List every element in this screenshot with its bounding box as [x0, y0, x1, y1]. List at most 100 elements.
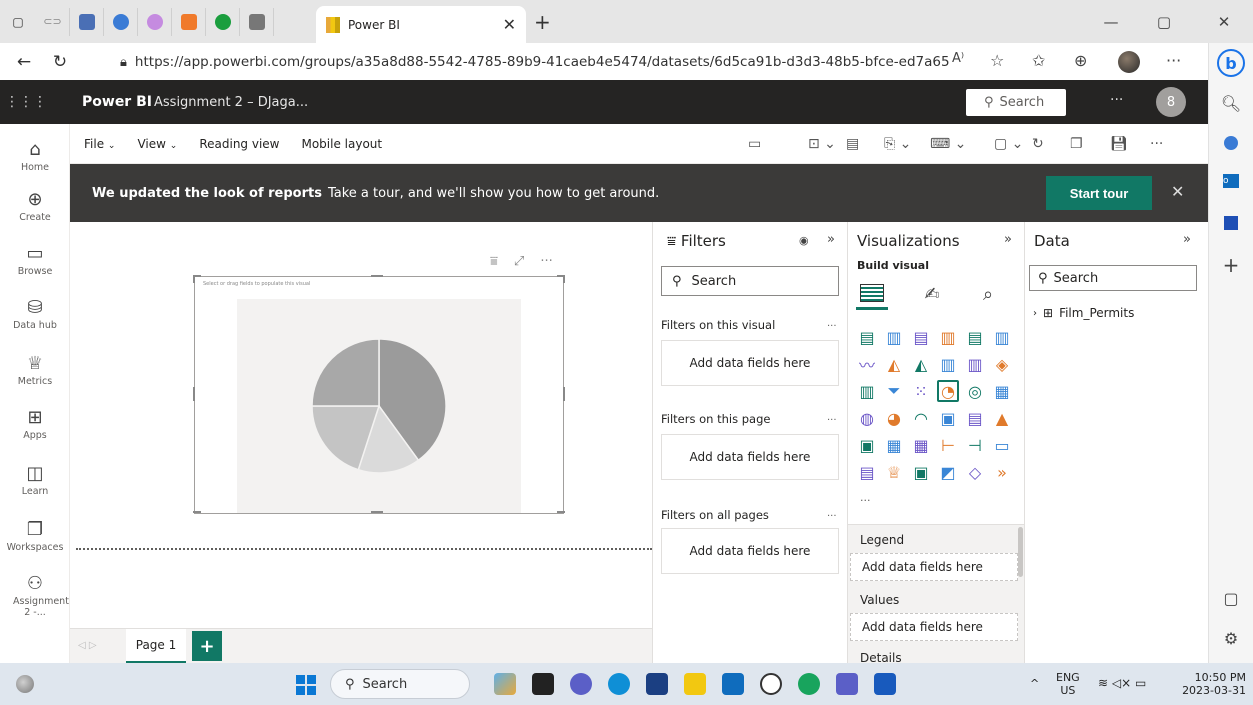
filters-all-well[interactable]: Add data fields here [661, 528, 839, 574]
copy-icon[interactable]: ❐ [1070, 136, 1083, 152]
chat-icon[interactable]: ⌨ ⌄ [930, 136, 966, 152]
focus-mode-icon[interactable]: ⤢ [514, 254, 524, 269]
taskbar-search[interactable]: ⚲ Search [330, 669, 470, 699]
collapse-viz-icon[interactable]: » [1004, 232, 1012, 247]
export-icon[interactable]: ▢ ⌄ [994, 136, 1023, 152]
window-menu-icon[interactable]: ▢ [0, 8, 36, 36]
edge-app-icon[interactable] [608, 673, 630, 695]
viz-diamond-icon[interactable]: ◇ [964, 461, 986, 483]
viz-stacked-column-icon[interactable]: ▥ [883, 326, 905, 348]
active-tab[interactable]: Power BI ✕ [316, 6, 526, 43]
nav-apps[interactable]: ⊞ Apps [0, 406, 70, 441]
store-app-icon[interactable] [646, 673, 668, 695]
viz-line-column-icon[interactable]: ▥ [937, 353, 959, 375]
tray-chevron-icon[interactable]: ^ [1030, 677, 1039, 690]
collapse-filters-icon[interactable]: » [827, 232, 835, 247]
dell-app-icon[interactable] [760, 673, 782, 695]
pinned-tab-2[interactable] [70, 7, 104, 36]
mobile-layout-button[interactable]: Mobile layout [301, 137, 382, 151]
pinned-tab-7[interactable] [240, 7, 274, 36]
nav-browse[interactable]: ▭ Browse [0, 242, 70, 277]
nav-home[interactable]: ⌂ Home [0, 138, 70, 173]
nav-workspaces[interactable]: ❐ Workspaces [0, 518, 70, 553]
clock[interactable]: 10:50 PM 2023-03-31 [1176, 671, 1246, 697]
data-search-input[interactable]: ⚲ Search [1029, 265, 1197, 291]
comment-icon[interactable]: ▭ [748, 136, 761, 152]
resize-handle-bottom[interactable] [371, 511, 383, 513]
pinned-tab-5[interactable] [172, 7, 206, 36]
viz-area-icon[interactable]: ◭ [883, 353, 905, 375]
pinned-tab-6[interactable] [206, 7, 240, 36]
save-icon[interactable]: 💾︎ [1110, 136, 1128, 152]
collections-icon[interactable]: ⊕ [1074, 51, 1087, 70]
viz-decomposition-icon[interactable]: ⊢ [937, 434, 959, 456]
resize-handle-right[interactable] [563, 387, 565, 401]
viz-filled-map-icon[interactable]: ◕ [883, 407, 905, 429]
pie-chart-visual[interactable]: Select or drag fields to populate this v… [193, 275, 565, 514]
viz-line-clustered-icon[interactable]: ▥ [964, 353, 986, 375]
close-tab-icon[interactable]: ✕ [503, 15, 516, 34]
resize-handle-left[interactable] [193, 387, 195, 401]
viz-scrollbar[interactable] [1018, 527, 1023, 577]
back-icon[interactable]: ← [6, 47, 42, 77]
favorites-add-icon[interactable]: ☆ [990, 51, 1004, 70]
refresh-icon[interactable]: ↻ [42, 47, 78, 77]
start-tour-button[interactable]: Start tour [1046, 176, 1152, 210]
header-more-icon[interactable]: ··· [1110, 92, 1123, 108]
nav-data-hub[interactable]: ⛁ Data hub [0, 296, 70, 331]
add-sidebar-icon[interactable]: + [1221, 253, 1241, 277]
nav-metrics[interactable]: ♕ Metrics [0, 352, 70, 387]
new-tab-icon[interactable]: + [534, 10, 551, 34]
split-screen-icon[interactable]: ▢ [1221, 588, 1241, 608]
viz-table-icon[interactable]: ▦ [883, 434, 905, 456]
viz-smart-narrative-icon[interactable]: ▤ [856, 461, 878, 483]
outlook-sidebar-icon[interactable]: o [1221, 171, 1241, 191]
viz-scatter-icon[interactable]: ⁙ [910, 380, 932, 402]
filter-visual-icon[interactable]: ⩸ [490, 254, 498, 269]
table-film-permits[interactable]: › ⊞ Film_Permits [1033, 306, 1134, 320]
viz-key-influencers-icon[interactable]: ⊣ [964, 434, 986, 456]
report-title[interactable]: Assignment 2 – DJaga... [154, 95, 308, 110]
tab-page-1[interactable]: Page 1 [126, 629, 186, 664]
viz-card-icon[interactable]: ▣ [937, 407, 959, 429]
viz-clustered-bar-icon[interactable]: ▤ [910, 326, 932, 348]
values-well[interactable]: Add data fields here [850, 613, 1018, 641]
chat-app-icon[interactable] [570, 673, 592, 695]
eye-icon[interactable]: ◉ [799, 234, 809, 247]
resize-handle-br[interactable] [557, 511, 565, 513]
settings-more-icon[interactable]: ··· [1166, 51, 1181, 70]
viz-line-icon[interactable]: 〰 [856, 353, 878, 375]
viz-100-bar-icon[interactable]: ▤ [964, 326, 986, 348]
viz-paginated-icon[interactable]: ▣ [910, 461, 932, 483]
viz-power-apps-icon[interactable]: ◩ [937, 461, 959, 483]
viz-stacked-bar-icon[interactable]: ▤ [856, 326, 878, 348]
restore-icon[interactable]: ▢ [1140, 0, 1188, 43]
visual-more-icon[interactable]: ··· [540, 254, 552, 269]
viz-matrix-icon[interactable]: ▦ [910, 434, 932, 456]
viz-stacked-area-icon[interactable]: ◭ [910, 353, 932, 375]
page-scroll-arrows-icon[interactable]: ◁ ▷ [78, 640, 97, 651]
viz-ribbon-icon[interactable]: ◈ [991, 353, 1013, 375]
filters-page-more-icon[interactable]: ... [827, 412, 837, 423]
viz-100-column-icon[interactable]: ▥ [991, 326, 1013, 348]
viz-qa-icon[interactable]: ▭ [991, 434, 1013, 456]
viz-multi-row-card-icon[interactable]: ▤ [964, 407, 986, 429]
header-search-input[interactable]: ⚲ Search [966, 89, 1066, 116]
resize-handle-top[interactable] [371, 275, 383, 277]
teams-app-icon[interactable] [836, 673, 858, 695]
notes-icon[interactable]: ▤ [846, 136, 859, 152]
resize-handle-tl-v[interactable] [193, 275, 195, 283]
read-aloud-icon[interactable]: A⁾ [952, 51, 964, 66]
close-window-icon[interactable]: ✕ [1200, 0, 1248, 43]
pinned-tab-3[interactable] [104, 7, 138, 36]
build-visual-tab[interactable] [856, 278, 888, 310]
nav-learn[interactable]: ◫ Learn [0, 462, 70, 497]
refresh-report-icon[interactable]: ↻ [1032, 136, 1044, 152]
reading-view-button[interactable]: Reading view [199, 137, 279, 151]
viz-waterfall-icon[interactable]: ▥ [856, 380, 878, 402]
filters-visual-well[interactable]: Add data fields here [661, 340, 839, 386]
filters-page-well[interactable]: Add data fields here [661, 434, 839, 480]
viz-pie-icon[interactable]: ◔ [937, 380, 959, 402]
pinned-tab-1[interactable]: ⊂⊃ [36, 7, 70, 36]
filters-visual-more-icon[interactable]: ... [827, 318, 837, 329]
